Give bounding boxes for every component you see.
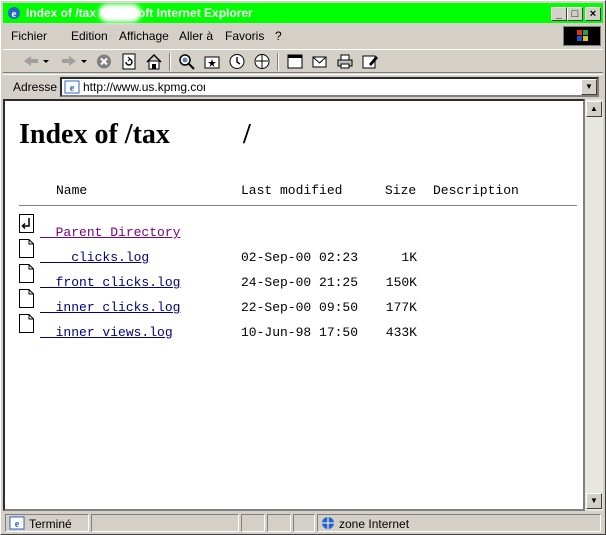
status-cell-progress	[91, 514, 239, 532]
column-name[interactable]: Name	[56, 183, 87, 198]
edit-icon[interactable]	[361, 53, 379, 70]
parent-directory-icon[interactable]	[19, 214, 34, 233]
refresh-icon[interactable]	[120, 53, 138, 70]
file-link[interactable]: _clicks.log	[40, 250, 149, 265]
file-size: 433K	[385, 325, 417, 340]
column-description[interactable]: Description	[433, 183, 519, 198]
header-divider	[19, 205, 577, 207]
file-icon[interactable]	[19, 314, 34, 333]
svg-text:e: e	[15, 519, 20, 530]
back-icon[interactable]	[21, 53, 51, 70]
history-icon[interactable]	[228, 53, 246, 70]
address-dropdown-button[interactable]: ▼	[581, 79, 597, 95]
parent-directory-link[interactable]: Parent Directory	[40, 225, 181, 240]
minimize-button[interactable]: _	[551, 7, 567, 21]
status-bar: e Terminé zone Internet	[3, 513, 603, 533]
scroll-up-button[interactable]: ▲	[586, 101, 602, 117]
print-icon[interactable]	[336, 53, 354, 70]
svg-text:e: e	[70, 83, 75, 94]
toolbar-separator	[169, 53, 171, 71]
vertical-scrollbar[interactable]: ▲ ▼	[585, 99, 603, 511]
internet-zone-icon	[322, 517, 334, 529]
page-content: Index of /tax / Name Last modified Size …	[3, 99, 585, 511]
stop-icon[interactable]	[95, 53, 113, 70]
column-size[interactable]: Size	[385, 183, 416, 198]
home-icon[interactable]	[145, 53, 163, 70]
redaction-mark	[99, 4, 141, 22]
ie-logo-icon: e	[8, 7, 20, 20]
status-cell	[293, 514, 315, 532]
toolbar	[3, 49, 603, 73]
maximize-button[interactable]: □	[567, 7, 583, 21]
zone-text: zone Internet	[339, 517, 410, 531]
file-size: 177K	[385, 300, 417, 315]
browser-window: e Index of /tax Microsoft Internet Explo…	[0, 0, 606, 535]
file-modified: 10-Jun-98 17:50	[241, 325, 359, 340]
file-icon[interactable]	[19, 239, 34, 258]
file-link[interactable]: inner_views.log	[40, 325, 173, 340]
windows-logo-icon	[563, 26, 601, 46]
page-title: Index of /tax	[19, 119, 170, 150]
favorites-icon[interactable]	[203, 53, 221, 70]
address-value: http://www.us.kpmg.com/	[83, 80, 217, 94]
file-icon[interactable]	[19, 264, 34, 283]
address-bar: Adresse e http://www.us.kpmg.com/ ▼	[3, 74, 603, 98]
svg-text:e: e	[12, 8, 17, 20]
file-modified: 24-Sep-00 21:25	[241, 275, 359, 290]
status-cell-zone: zone Internet	[317, 514, 601, 532]
file-modified: 02-Sep-00 02:23	[241, 250, 359, 265]
status-text: Terminé	[29, 517, 72, 531]
toolbar-separator	[277, 53, 279, 71]
scroll-down-button[interactable]: ▼	[586, 493, 602, 509]
search-icon[interactable]	[178, 53, 196, 70]
status-cell	[267, 514, 291, 532]
channels-icon[interactable]	[253, 53, 271, 70]
menu-bar: Fichier Edition Affichage Aller à Favori…	[3, 25, 603, 47]
page-done-icon: e	[9, 516, 25, 530]
page-icon: e	[64, 80, 80, 94]
forward-icon[interactable]	[59, 53, 89, 70]
menu-fichier[interactable]: Fichier	[11, 29, 47, 43]
menu-affichage[interactable]: Affichage	[119, 29, 169, 43]
file-size: 150K	[385, 275, 417, 290]
menu-aller-a[interactable]: Aller à	[179, 29, 213, 43]
menu-help[interactable]: ?	[275, 29, 282, 43]
column-last-modified[interactable]: Last modified	[241, 183, 342, 198]
status-cell-main: e Terminé	[5, 514, 89, 532]
address-input[interactable]: e http://www.us.kpmg.com/ ▼	[60, 77, 599, 97]
page-title-suffix: /	[243, 119, 251, 150]
file-icon[interactable]	[19, 289, 34, 308]
windows-flag-icon	[577, 30, 588, 41]
close-button[interactable]: ×	[585, 7, 601, 21]
title-bar[interactable]: e Index of /tax Microsoft Internet Explo…	[3, 3, 603, 23]
fullscreen-icon[interactable]	[286, 53, 304, 70]
mail-icon[interactable]	[311, 53, 329, 70]
file-modified: 22-Sep-00 09:50	[241, 300, 359, 315]
menu-edition[interactable]: Edition	[71, 29, 108, 43]
redaction-mark	[205, 79, 229, 93]
file-size: 1K	[401, 250, 417, 265]
file-link[interactable]: front_clicks.log	[40, 275, 181, 290]
menu-favoris[interactable]: Favoris	[225, 29, 264, 43]
status-cell	[241, 514, 265, 532]
file-link[interactable]: inner_clicks.log	[40, 300, 181, 315]
address-label: Adresse	[13, 80, 58, 94]
